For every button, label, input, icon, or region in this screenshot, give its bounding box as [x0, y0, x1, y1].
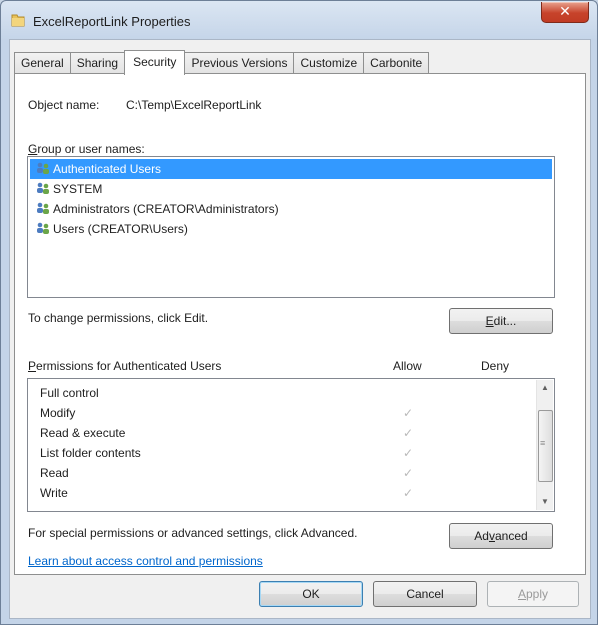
apply-button[interactable]: Apply: [487, 581, 579, 607]
allow-check-icon: ✓: [403, 446, 414, 460]
ok-button[interactable]: OK: [259, 581, 363, 607]
tab-previous-versions[interactable]: Previous Versions: [184, 52, 295, 73]
properties-window: ExcelReportLink Properties ✕ General Sha…: [0, 0, 598, 625]
tab-sharing[interactable]: Sharing: [69, 52, 126, 73]
permission-name: Read: [40, 466, 69, 480]
list-item-label: Authenticated Users: [53, 162, 162, 176]
security-tab-page: Object name: C:\Temp\ExcelReportLink Gro…: [14, 73, 586, 575]
list-item-authenticated-users[interactable]: Authenticated Users: [30, 159, 552, 179]
apply-label: pply: [526, 587, 549, 601]
permission-row-write: Write ✓: [40, 483, 550, 503]
list-item-label: SYSTEM: [53, 182, 103, 196]
list-item-label: Users (CREATOR\Users): [53, 222, 188, 236]
group-label-text: roup or user names:: [37, 142, 145, 156]
scrollbar-grip-icon: ≡: [540, 438, 546, 448]
permissions-label: Permissions for Authenticated Users: [28, 359, 221, 373]
cancel-button[interactable]: Cancel: [373, 581, 477, 607]
permission-name: Modify: [40, 406, 76, 420]
allow-column-header: Allow: [393, 359, 422, 373]
learn-access-control-link[interactable]: Learn about access control and permissio…: [28, 554, 263, 568]
user-list[interactable]: Authenticated Users SYSTEM Administrator…: [27, 156, 555, 298]
scroll-up-arrow-icon[interactable]: ▲: [537, 380, 553, 396]
permissions-scrollbar[interactable]: ▲ ≡ ▼: [536, 380, 553, 510]
tab-strip: General Sharing Security Previous Versio…: [14, 50, 430, 75]
permissions-accesskey: P: [28, 359, 37, 373]
permission-row-list-folder-contents: List folder contents ✓: [40, 443, 550, 463]
user-group-icon: [37, 202, 49, 214]
change-permissions-text: To change permissions, click Edit.: [28, 311, 209, 325]
allow-check-icon: ✓: [403, 486, 414, 500]
list-item-label: Administrators (CREATOR\Administrators): [53, 202, 279, 216]
tab-carbonite[interactable]: Carbonite: [363, 52, 430, 73]
folder-icon: [11, 14, 25, 27]
user-group-icon: [37, 222, 49, 234]
advanced-label-pre: Ad: [474, 529, 489, 543]
allow-check-icon: ✓: [403, 406, 414, 420]
tab-general[interactable]: General: [14, 52, 71, 73]
advanced-button[interactable]: Advanced: [449, 523, 553, 549]
permissions-list[interactable]: Full control Modify ✓ Read & execute ✓ L…: [27, 378, 555, 512]
permission-name: Full control: [40, 386, 99, 400]
list-item-users[interactable]: Users (CREATOR\Users): [30, 219, 552, 239]
permission-name: List folder contents: [40, 446, 141, 460]
edit-label: dit...: [493, 314, 517, 328]
deny-column-header: Deny: [481, 359, 510, 373]
edit-accesskey: E: [485, 314, 494, 328]
permissions-label-text: ermissions for Authenticated Users: [36, 359, 222, 373]
group-or-user-names-label: Group or user names:: [28, 142, 145, 156]
permission-row-full-control: Full control: [40, 383, 550, 403]
permission-row-modify: Modify ✓: [40, 403, 550, 423]
close-icon: ✕: [559, 3, 571, 19]
permission-name: Write: [40, 486, 68, 500]
close-button[interactable]: ✕: [541, 2, 589, 23]
permission-row-read: Read ✓: [40, 463, 550, 483]
object-name-value: C:\Temp\ExcelReportLink: [126, 98, 262, 112]
tab-customize[interactable]: Customize: [293, 52, 365, 73]
allow-check-icon: ✓: [403, 466, 414, 480]
special-permissions-text: For special permissions or advanced sett…: [28, 526, 358, 540]
advanced-label-rest: anced: [494, 529, 528, 543]
dialog-client-area: General Sharing Security Previous Versio…: [9, 39, 591, 619]
object-name-label: Object name:: [28, 98, 100, 112]
title-bar[interactable]: ExcelReportLink Properties ✕: [1, 1, 597, 41]
user-group-icon: [37, 182, 49, 194]
scroll-down-arrow-icon[interactable]: ▼: [537, 494, 553, 510]
list-item-system[interactable]: SYSTEM: [30, 179, 552, 199]
permission-row-read-execute: Read & execute ✓: [40, 423, 550, 443]
list-item-administrators[interactable]: Administrators (CREATOR\Administrators): [30, 199, 552, 219]
permission-name: Read & execute: [40, 426, 126, 440]
edit-button[interactable]: Edit...: [449, 308, 553, 334]
window-title: ExcelReportLink Properties: [33, 14, 191, 29]
allow-check-icon: ✓: [403, 426, 414, 440]
apply-accesskey: A: [517, 587, 526, 601]
user-group-icon: [37, 162, 49, 174]
tab-security[interactable]: Security: [124, 50, 186, 75]
group-label-accesskey: G: [28, 142, 38, 156]
